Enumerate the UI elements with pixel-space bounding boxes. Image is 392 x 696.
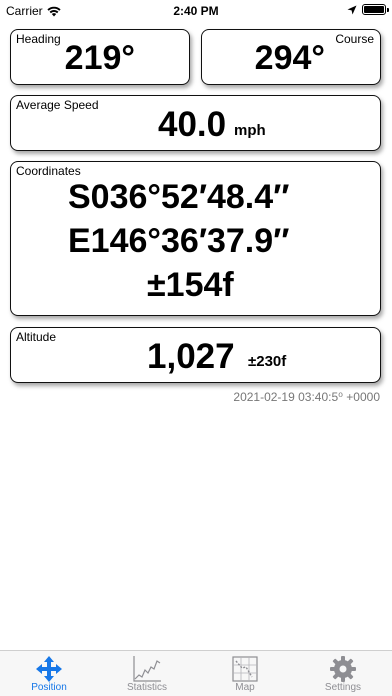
status-right [347, 4, 389, 15]
fix-timestamp: 2021-02-19 03:40:5⁰ +0000 [233, 390, 380, 404]
altitude-accuracy: ±230f [248, 353, 287, 370]
tab-settings[interactable]: Settings [294, 651, 392, 696]
longitude-value: E146°36′37.9″ [68, 222, 290, 260]
course-card: Course 294° [201, 29, 381, 85]
tab-bar: Position Statistics Map Settings [0, 650, 392, 696]
course-value: 294° [254, 39, 325, 77]
speed-unit: mph [234, 122, 266, 139]
tab-position[interactable]: Position [0, 651, 98, 696]
coordinates-label: Coordinates [16, 164, 81, 178]
altitude-label: Altitude [16, 330, 57, 344]
map-icon [232, 656, 258, 682]
move-arrows-icon [36, 656, 62, 682]
tab-statistics-label: Statistics [126, 682, 167, 693]
heading-value: 219° [64, 39, 135, 77]
clock: 2:40 PM [173, 4, 219, 18]
coordinates-card: Coordinates S036°52′48.4″ E146°36′37.9″ … [10, 161, 381, 316]
tab-map-label: Map [235, 682, 255, 693]
average-speed-card: Average Speed 40.0 mph [10, 95, 381, 151]
course-label: Course [335, 32, 374, 46]
line-chart-icon [133, 656, 161, 682]
heading-label: Heading [16, 32, 61, 46]
status-bar: Carrier 2:40 PM [0, 0, 392, 22]
latitude-value: S036°52′48.4″ [68, 178, 290, 216]
tab-map[interactable]: Map [196, 651, 294, 696]
heading-card: Heading 219° [10, 29, 190, 85]
altitude-card: Altitude 1,027 ±230f [10, 327, 381, 383]
gear-icon [330, 656, 356, 682]
altitude-value: 1,027 [147, 337, 235, 376]
speed-label: Average Speed [16, 98, 99, 112]
battery-icon [362, 4, 389, 15]
location-arrow-icon [347, 5, 357, 14]
speed-value: 40.0 [158, 105, 227, 144]
tab-position-label: Position [31, 682, 67, 693]
position-accuracy: ±154f [147, 266, 234, 304]
tab-statistics[interactable]: Statistics [98, 651, 196, 696]
tab-settings-label: Settings [324, 682, 362, 693]
